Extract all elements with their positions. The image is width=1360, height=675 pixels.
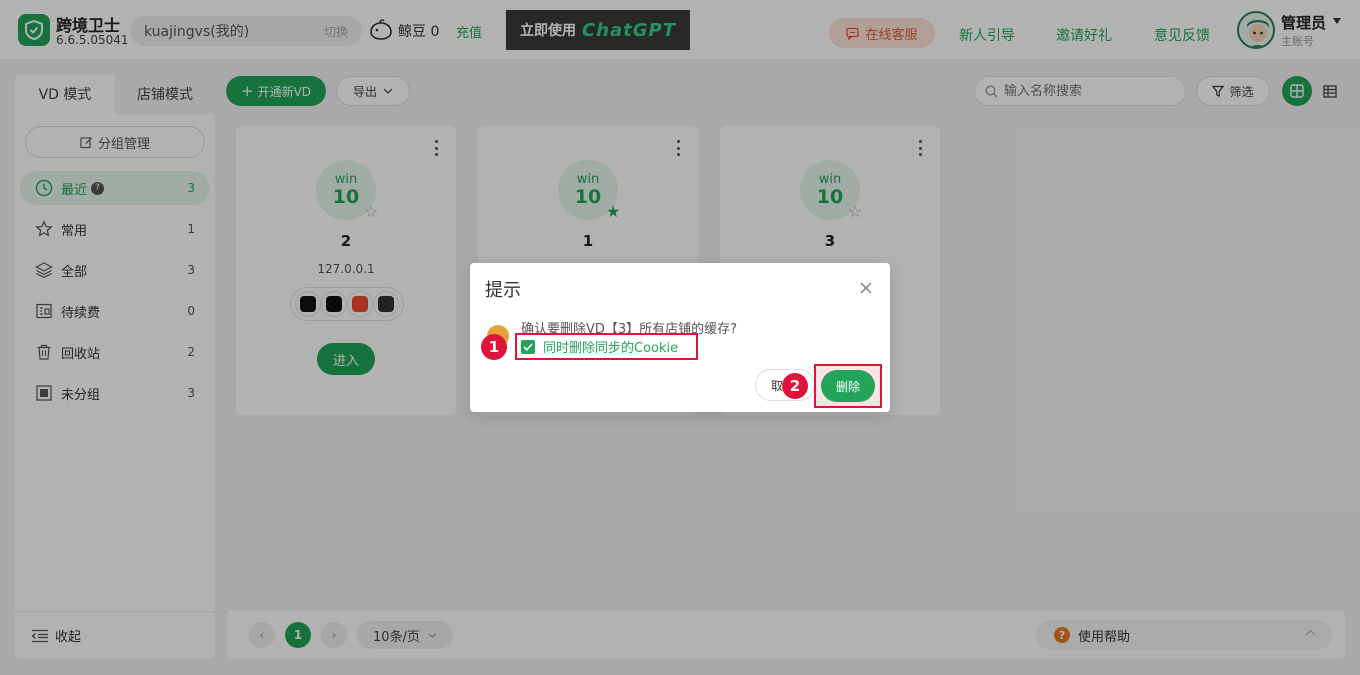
step-badge-2: 2 <box>782 373 808 399</box>
delete-cookie-checkbox[interactable]: 同时删除同步的Cookie <box>515 333 698 360</box>
delete-button[interactable]: 删除 <box>821 370 875 402</box>
dialog-title: 提示 <box>485 280 521 301</box>
close-icon[interactable] <box>858 280 874 296</box>
delete-highlight: 删除 <box>814 364 882 408</box>
step-badge-1: 1 <box>481 334 507 360</box>
checkbox-label: 同时删除同步的Cookie <box>543 341 679 356</box>
confirm-dialog: 提示 确认要删除VD【3】所有店铺的缓存? 1 同时删除同步的Cookie 取消… <box>470 263 890 412</box>
checkbox-checked-icon[interactable] <box>521 339 535 354</box>
